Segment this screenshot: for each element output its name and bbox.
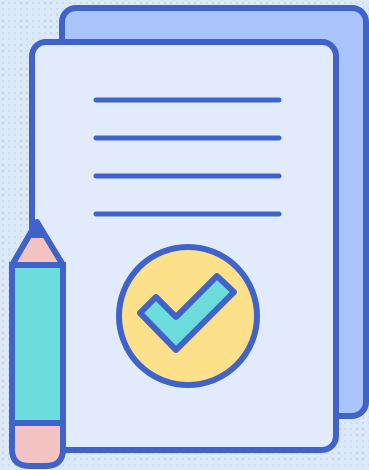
document-icon	[9, 5, 369, 469]
pencil-icon	[9, 219, 66, 469]
pencil-eraser	[9, 417, 66, 469]
checkmark-icon	[116, 244, 260, 388]
pencil-body	[9, 262, 66, 426]
document-approval-illustration	[0, 0, 369, 470]
